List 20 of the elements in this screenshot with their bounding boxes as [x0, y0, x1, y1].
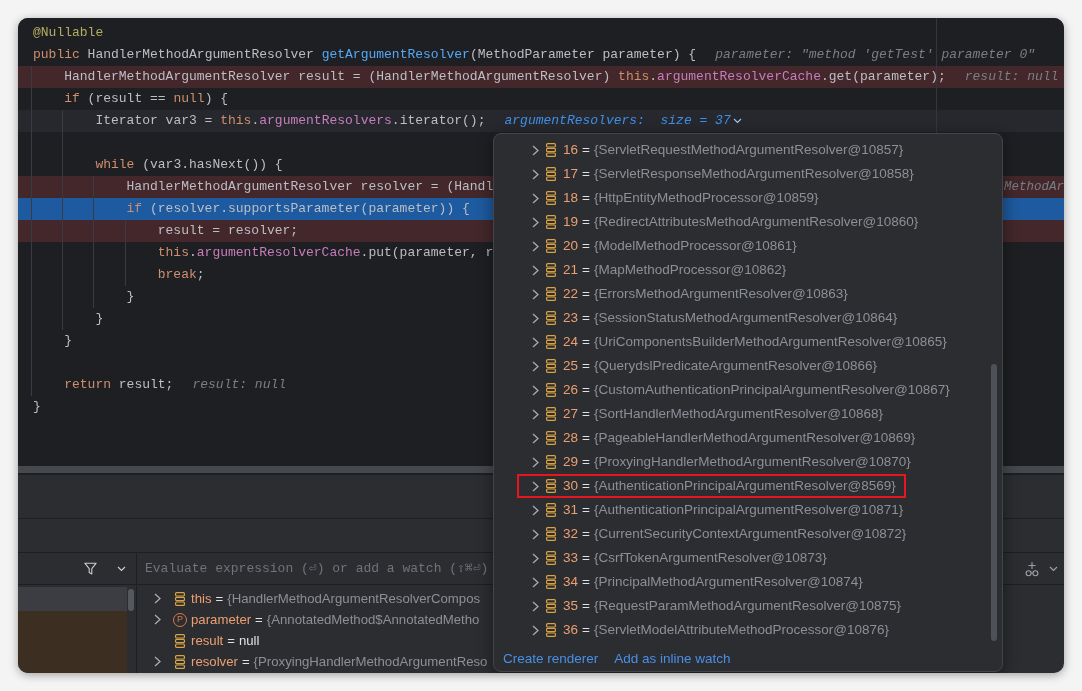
code-line: if (result == null) { — [64, 91, 229, 107]
code-line: public HandlerMethodArgumentResolver getArgumentResolver(MethodParameter parameter) { — [33, 47, 697, 63]
code-line: HandlerMethodArgumentResolver resolver = (Handl — [126, 179, 494, 195]
code-line: @Nullable — [33, 25, 104, 41]
code-line: while (var3.hasNext()) { — [95, 157, 283, 173]
code-line: result = resolver; — [157, 223, 299, 239]
code-line: if (resolver.supportsParameter(parameter)) { — [126, 201, 470, 217]
code-line: } — [126, 289, 135, 305]
code-line: return result; — [64, 377, 174, 393]
code-line: Iterator var3 = this.argumentResolvers.iterator(); — [95, 113, 486, 129]
code-line: this.argumentResolverCache.put(parameter, r — [157, 245, 494, 261]
inline-hint: result: null — [192, 376, 287, 395]
inline-hint: result: null — [964, 68, 1059, 87]
inline-hint: MethodAr — [1004, 178, 1064, 196]
code-line: break; — [157, 267, 205, 283]
inline-hint: parameter: "method 'getTest' parameter 0" — [715, 46, 1035, 65]
code-line: } — [95, 311, 104, 327]
code-line: HandlerMethodArgumentResolver result = (HandlerMethodArgumentResolver) this.argumentResolverCache.get(parameter); — [64, 69, 946, 85]
code-line: } — [33, 399, 41, 415]
code-line: } — [64, 333, 72, 349]
